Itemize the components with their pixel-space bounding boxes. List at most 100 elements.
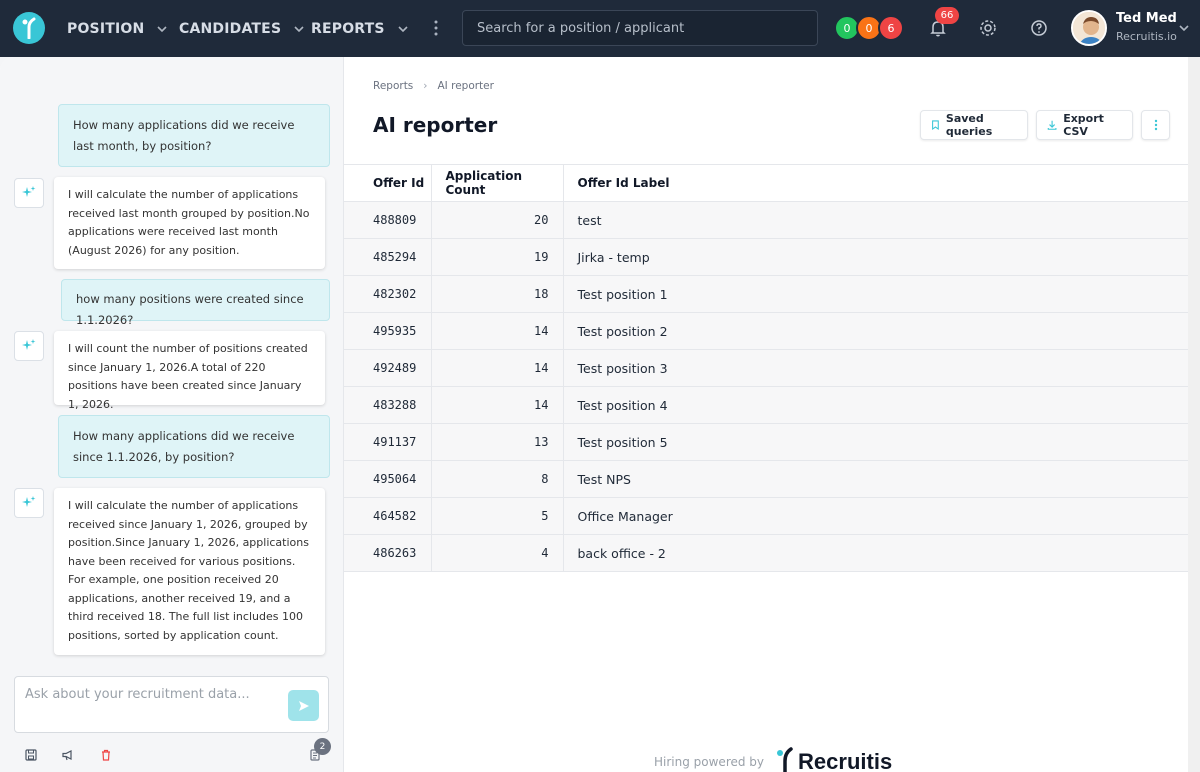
chevron-down-icon [398,25,408,32]
cell-offer-id: 483288 [344,386,432,424]
cell-offer-id: 485294 [344,238,432,276]
chevron-down-icon[interactable] [1178,22,1190,34]
megaphone-icon[interactable] [61,748,75,762]
cell-offer-label: Test position 2 [563,312,1200,350]
cell-application-count: 14 [431,386,564,424]
table-row[interactable]: 488809 20 test [344,201,1200,239]
cell-offer-id: 488809 [344,201,432,239]
help-icon[interactable] [1028,17,1050,39]
status-dot-red[interactable]: 6 [878,15,904,41]
cell-application-count: 19 [431,238,564,276]
saved-queries-button[interactable]: Saved queries [920,110,1028,140]
cell-offer-id: 482302 [344,275,432,313]
kebab-icon [1154,119,1157,131]
download-icon [1047,120,1057,130]
nav-reports[interactable]: REPORTS [311,0,409,57]
user-organization: Recruitis.io [1116,30,1177,43]
send-icon [298,700,309,711]
table-row[interactable]: 491137 13 Test position 5 [344,423,1200,461]
chat-message-user: How many applications did we receive las… [58,104,330,167]
nav-candidates[interactable]: CANDIDATES [179,0,305,57]
more-actions-button[interactable] [1141,110,1170,140]
cell-offer-label: Test position 5 [563,423,1200,461]
cell-application-count: 8 [431,460,564,498]
cell-offer-label: Jirka - temp [563,238,1200,276]
cell-application-count: 13 [431,423,564,461]
cell-offer-id: 495064 [344,460,432,498]
nav-position[interactable]: POSITION [67,0,168,57]
table-header-row: Offer Id Application Count Offer Id Labe… [344,164,1200,202]
saved-queries-label: Saved queries [945,112,993,138]
breadcrumb-separator-icon: › [423,80,428,92]
breadcrumb: Reports › AI reporter [373,80,494,92]
send-button[interactable] [288,690,319,721]
table-row[interactable]: 483288 14 Test position 4 [344,386,1200,424]
user-name[interactable]: Ted Med [1116,11,1177,26]
footer: Hiring powered by Recruitis [654,747,892,772]
avatar[interactable] [1071,10,1107,46]
ai-sparkle-icon [14,178,44,208]
chat-panel: How many applications did we receive las… [0,57,344,772]
notification-badge: 66 [935,7,959,24]
cell-application-count: 14 [431,349,564,387]
cell-offer-id: 492489 [344,349,432,387]
cell-offer-label: back office - 2 [563,534,1200,572]
recruitis-logo-icon [777,747,793,772]
scrollbar[interactable] [1188,57,1200,772]
bookmark-icon [932,120,939,131]
cell-offer-label: Office Manager [563,497,1200,535]
export-csv-button[interactable]: Export CSV [1036,110,1133,140]
chat-input-box [14,676,329,733]
table-row[interactable]: 495064 8 Test NPS [344,460,1200,498]
column-header-application-count[interactable]: Application Count [431,164,564,202]
history-count-badge: 2 [314,738,331,755]
cell-application-count: 4 [431,534,564,572]
cell-offer-id: 495935 [344,312,432,350]
nav-candidates-label: CANDIDATES [179,20,282,37]
chat-message-user: how many positions were created since 1.… [61,279,330,327]
table-row[interactable]: 485294 19 Jirka - temp [344,238,1200,276]
search-input[interactable] [462,10,818,46]
table-row[interactable]: 482302 18 Test position 1 [344,275,1200,313]
page-title: AI reporter [373,113,498,137]
table-row[interactable]: 492489 14 Test position 3 [344,349,1200,387]
save-icon[interactable] [24,748,38,762]
cell-offer-id: 486263 [344,534,432,572]
powered-by-text: Hiring powered by [654,755,765,769]
more-menu-icon[interactable] [430,19,442,37]
nav-position-label: POSITION [67,20,145,37]
ai-sparkle-icon [14,488,44,518]
cell-application-count: 5 [431,497,564,535]
recruitis-logo-icon[interactable] [13,12,45,44]
recruitis-brand-logo[interactable]: Recruitis [776,747,892,772]
cell-offer-id: 464582 [344,497,432,535]
cell-offer-id: 491137 [344,423,432,461]
breadcrumb-reports[interactable]: Reports [373,80,413,92]
chat-message-ai: I will count the number of positions cre… [54,331,325,411]
column-header-offer-id[interactable]: Offer Id [344,164,432,202]
cell-offer-label: Test position 3 [563,349,1200,387]
table-row[interactable]: 464582 5 Office Manager [344,497,1200,535]
export-csv-label: Export CSV [1063,112,1104,138]
cell-application-count: 14 [431,312,564,350]
main-content: How many applications did we receive las… [0,57,1200,772]
gear-icon[interactable] [977,17,999,39]
table-row[interactable]: 486263 4 back office - 2 [344,534,1200,572]
cell-offer-label: Test position 1 [563,275,1200,313]
cell-offer-label: Test NPS [563,460,1200,498]
top-navigation-bar: POSITION CANDIDATES REPORTS 0 0 6 66 Ted… [0,0,1200,57]
cell-application-count: 20 [431,201,564,239]
column-header-offer-label[interactable]: Offer Id Label [563,164,1200,202]
table-row[interactable]: 495935 14 Test position 2 [344,312,1200,350]
cell-application-count: 18 [431,275,564,313]
breadcrumb-ai-reporter: AI reporter [437,80,494,92]
chat-input[interactable] [25,687,285,702]
chat-message-user: How many applications did we receive sin… [58,415,330,478]
chat-message-ai: I will calculate the number of applicati… [54,177,325,269]
trash-icon[interactable] [99,748,113,762]
results-table: Offer Id Application Count Offer Id Labe… [344,164,1200,572]
ai-sparkle-icon [14,331,44,361]
cell-offer-label: Test position 4 [563,386,1200,424]
nav-reports-label: REPORTS [311,20,385,37]
chevron-down-icon [157,25,168,32]
